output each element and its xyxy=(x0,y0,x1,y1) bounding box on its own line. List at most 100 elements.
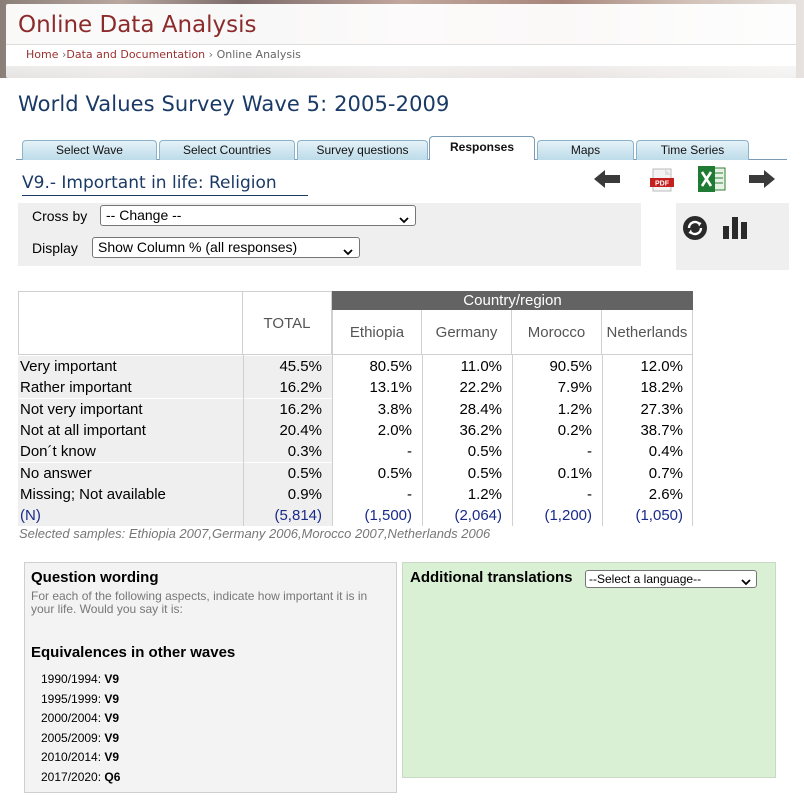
cell-value: (1,200) xyxy=(544,507,592,524)
cell-value: - xyxy=(587,443,592,461)
cell-total: 16.2% xyxy=(243,398,332,420)
equivalences-list: 1990/1994: V9 1995/1999: V9 2000/2004: V9 2… xyxy=(41,670,120,787)
cell-value: 1.2% xyxy=(557,400,592,418)
table-row: Very important 45.5% 80.5% 11.0% 90.5% 12.0% xyxy=(18,356,693,377)
display-value: Show Column % (all responses) xyxy=(98,239,298,255)
header-country: Germany xyxy=(422,310,512,355)
header-country-region: Country/region xyxy=(332,291,693,310)
equivalence-wave: 2017/2020: xyxy=(41,769,102,784)
cell-value: 0.5% xyxy=(467,443,502,461)
page-title: World Values Survey Wave 5: 2005-2009 xyxy=(18,92,450,116)
table-row-n: (N) (5,814) (1,500) (2,064) (1,200) (1,0… xyxy=(18,505,693,526)
cell-total: 0.3% xyxy=(243,441,332,463)
cross-by-label: Cross by xyxy=(32,208,88,224)
cell-value: 13.1% xyxy=(369,379,412,397)
equivalence-item: 2017/2020: Q6 xyxy=(41,768,120,788)
cell-value: (2,064) xyxy=(454,507,502,524)
equivalence-wave: 1990/1994: xyxy=(41,672,102,686)
site-header: Online Data Analysis Home ›Data and Docu… xyxy=(0,0,804,78)
language-select[interactable]: --Select a language-- xyxy=(585,570,757,588)
equivalence-wave: 2000/2004: xyxy=(41,711,102,725)
header-total: TOTAL xyxy=(243,291,332,355)
tab-responses[interactable]: Responses xyxy=(429,136,535,160)
cell-value: - xyxy=(407,485,412,503)
cell-value: 2.0% xyxy=(377,421,412,439)
equivalence-item: 2010/2014: V9 xyxy=(41,748,120,768)
equivalence-code[interactable]: Q6 xyxy=(104,770,120,784)
row-label: Rather important xyxy=(18,377,243,399)
equivalence-code[interactable]: V9 xyxy=(104,692,119,706)
cell-value: - xyxy=(587,485,592,503)
tab-time-series[interactable]: Time Series xyxy=(636,140,749,160)
cell-value: 0.1% xyxy=(557,464,592,482)
arrow-left-icon[interactable] xyxy=(592,168,622,190)
table-row: Not at all important 20.4% 2.0% 36.2% 0.2% 38… xyxy=(18,419,693,441)
table-row: Rather important 16.2% 13.1% 22.2% 7.9% 18.2% xyxy=(18,377,693,399)
excel-icon[interactable] xyxy=(697,165,727,193)
display-select[interactable]: Show Column % (all responses) xyxy=(92,237,360,258)
cross-by-value: -- Change -- xyxy=(106,207,182,223)
tab-maps[interactable]: Maps xyxy=(537,140,634,160)
cell-value: 11.0% xyxy=(460,358,502,375)
tools-panel xyxy=(676,203,789,270)
cell-value: 27.3% xyxy=(640,400,683,418)
cell-value: 36.2% xyxy=(459,421,502,439)
tab-select-wave[interactable]: Select Wave xyxy=(22,140,157,160)
cell-value: 1.2% xyxy=(467,485,502,503)
translations-heading: Additional translations xyxy=(410,569,573,586)
samples-note: Selected samples: Ethiopia 2007,Germany … xyxy=(19,526,491,541)
cell-value: 38.7% xyxy=(640,421,683,439)
header-country: Ethiopia xyxy=(332,310,422,355)
table-corner xyxy=(18,291,243,355)
cell-total: 0.9% xyxy=(243,483,332,505)
equivalence-code[interactable]: V9 xyxy=(104,711,119,725)
chevron-down-icon xyxy=(741,575,751,586)
equivalence-wave: 2010/2014: xyxy=(41,750,102,764)
refresh-icon[interactable] xyxy=(682,215,708,246)
table-row: No answer 0.5% 0.5% 0.5% 0.1% 0.7% xyxy=(18,462,693,484)
equivalence-item: 2000/2004: V9 xyxy=(41,709,120,729)
cell-value: 7.9% xyxy=(557,379,592,397)
cell-value: 0.7% xyxy=(648,464,683,482)
equivalences-heading: Equivalences in other waves xyxy=(31,644,236,661)
cell-value: 22.2% xyxy=(459,379,502,397)
breadcrumb-separator: › xyxy=(208,48,214,61)
breadcrumb: Home ›Data and Documentation › Online An… xyxy=(6,44,796,66)
header-country: Morocco xyxy=(512,310,602,355)
cell-value: 12.0% xyxy=(640,358,683,375)
pdf-icon[interactable]: PDF xyxy=(650,168,676,192)
cell-value: 0.5% xyxy=(467,464,502,482)
question-wording-text: For each of the following aspects, indic… xyxy=(31,589,368,616)
equivalence-code[interactable]: V9 xyxy=(104,731,119,745)
bar-chart-icon[interactable] xyxy=(722,215,748,246)
cell-value: 0.4% xyxy=(648,443,683,461)
row-label: Very important xyxy=(18,356,243,377)
table-row: Don´t know 0.3% - 0.5% - 0.4% xyxy=(18,441,693,463)
grid-line xyxy=(512,355,513,526)
display-label: Display xyxy=(32,240,78,256)
options-panel: Cross by -- Change -- Display Show Colum… xyxy=(18,203,641,266)
header-country: Netherlands xyxy=(602,310,693,355)
tab-select-countries[interactable]: Select Countries xyxy=(159,140,295,160)
tab-bar: Select Wave Select Countries Survey ques… xyxy=(16,136,787,160)
cell-value: 90.5% xyxy=(549,358,592,375)
arrow-right-icon[interactable] xyxy=(747,168,777,190)
cell-total: 45.5% xyxy=(243,356,332,377)
cell-value: (1,050) xyxy=(635,507,683,524)
cross-by-select[interactable]: -- Change -- xyxy=(100,205,416,226)
row-label: Missing; Not available xyxy=(18,483,243,505)
question-wording-panel: Question wording For each of the followi… xyxy=(24,562,397,793)
breadcrumb-data-docs[interactable]: Data and Documentation xyxy=(66,48,205,61)
svg-text:PDF: PDF xyxy=(655,181,670,188)
cell-value: 2.6% xyxy=(648,485,683,503)
breadcrumb-home[interactable]: Home xyxy=(26,48,58,61)
tab-survey-questions[interactable]: Survey questions xyxy=(297,140,428,160)
equivalence-code[interactable]: V9 xyxy=(104,672,119,686)
cell-value: 18.2% xyxy=(640,379,683,397)
equivalence-code[interactable]: V9 xyxy=(104,750,119,764)
equivalence-wave: 2005/2009: xyxy=(41,730,102,745)
grid-line xyxy=(602,355,603,526)
table-row: Missing; Not available 0.9% - 1.2% - 2.6% xyxy=(18,483,693,505)
app-title: Online Data Analysis xyxy=(18,12,257,38)
row-label: Don´t know xyxy=(18,441,243,463)
